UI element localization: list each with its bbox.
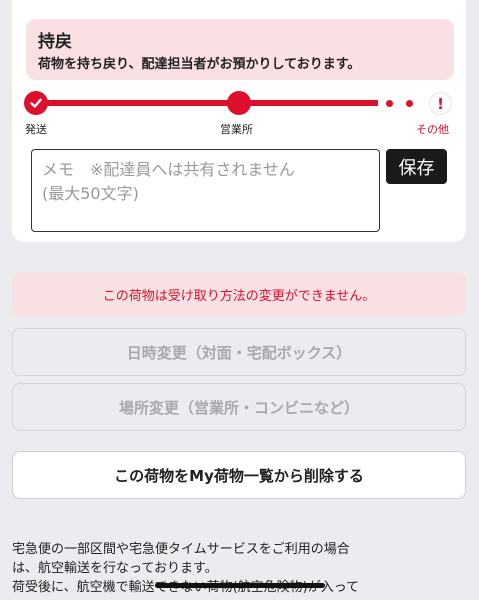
change-unavailable-notice: この荷物は受け取り方法の変更ができません。 (12, 272, 466, 316)
progress-dot (386, 100, 393, 107)
progress-dot (406, 100, 413, 107)
save-button[interactable]: 保存 (386, 149, 447, 184)
datetime-change-button[interactable]: 日時変更（対面・宅配ボックス） (12, 328, 466, 376)
status-description: 荷物を持ち戻り、配達担当者がお預かりしております。 (38, 57, 361, 72)
memo-input[interactable]: メモ ※配達員へは共有されません (最大50文字) (31, 149, 380, 232)
step-label-office: 営業所 (220, 123, 253, 136)
delete-from-list-button[interactable]: この荷物をMy荷物一覧から削除する (12, 451, 466, 499)
check-icon (30, 98, 42, 108)
air-transport-info: 宅急便の一部区間や宅急便タイムサービスをご利用の場合 は、航空輸送を行なっており… (12, 540, 468, 597)
info-line: は、航空輸送を行なっております。 (12, 561, 218, 576)
status-title: 持戻 (38, 32, 72, 52)
progress-track (36, 100, 378, 106)
home-indicator (155, 583, 325, 588)
place-change-button[interactable]: 場所変更（営業所・コンビニなど） (12, 383, 466, 431)
step-label-shipped: 発送 (25, 123, 47, 136)
step-label-other: その他 (416, 123, 449, 136)
status-box: 持戻 荷物を持ち戻り、配達担当者がお預かりしております。 (26, 19, 454, 80)
step-shipped-node (24, 91, 48, 115)
exclamation-icon: ! (437, 94, 444, 113)
step-office-node (227, 91, 251, 115)
step-other-node: ! (429, 92, 452, 115)
info-line: 宅急便の一部区間や宅急便タイムサービスをご利用の場合 (12, 542, 350, 557)
